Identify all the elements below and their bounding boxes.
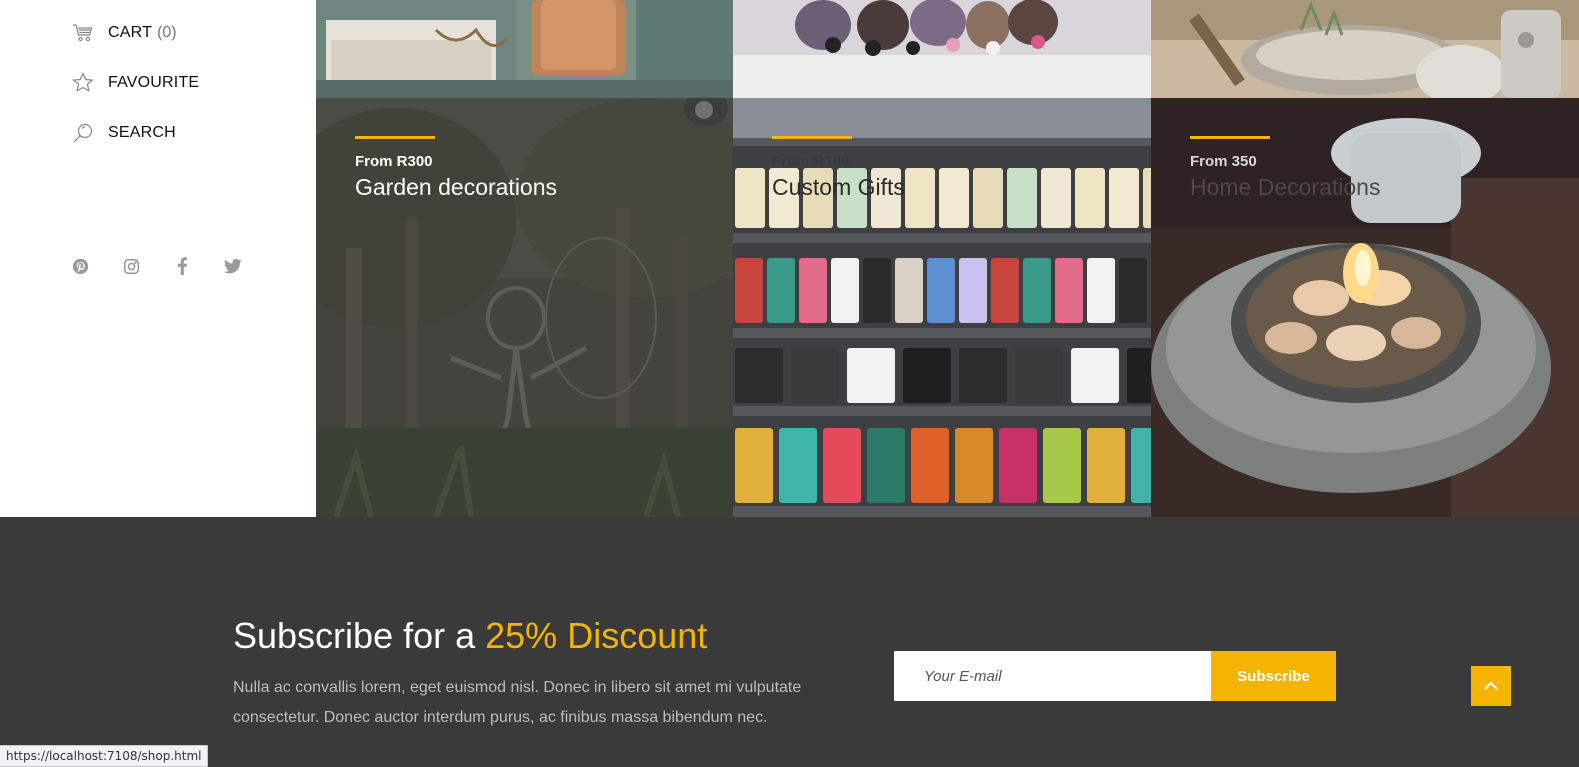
- twitter-icon[interactable]: [223, 256, 243, 276]
- tile-caption: From R100 Custom Gifts: [772, 136, 905, 201]
- status-bar-url: https://localhost:7108/shop.html: [0, 745, 209, 767]
- tile-price: From 350: [1190, 153, 1257, 170]
- tile-image: [733, 0, 1151, 98]
- tile-image: [316, 0, 733, 98]
- tile-name: Garden decorations: [355, 174, 558, 200]
- chevron-up-icon: [1484, 681, 1498, 690]
- cart-link[interactable]: CART (0): [72, 22, 177, 44]
- subscribe-text: Nulla ac convallis lorem, eget euismod n…: [233, 679, 802, 726]
- social-links: [70, 256, 274, 276]
- back-to-top-button[interactable]: [1471, 666, 1511, 706]
- favourite-link[interactable]: FAVOURITE: [72, 72, 199, 94]
- subscribe-footer: Subscribe for a 25% Discount Nulla ac co…: [0, 517, 1579, 767]
- product-tile-home[interactable]: From 350 Home Decorations: [1151, 98, 1579, 517]
- pinterest-icon[interactable]: [70, 256, 90, 276]
- search-link[interactable]: SEARCH: [72, 122, 176, 144]
- search-icon: [72, 122, 94, 144]
- facebook-icon[interactable]: [172, 256, 192, 276]
- product-tile-top-1[interactable]: [316, 0, 733, 98]
- email-field[interactable]: [894, 651, 1211, 701]
- sidebar: CART (0) FAVOURITE SEARCH: [0, 0, 316, 517]
- tile-image: [1151, 0, 1579, 98]
- tile-caption: From 350 Home Decorations: [1190, 136, 1380, 201]
- tile-price: From R300: [355, 153, 433, 170]
- tile-caption: From R300 Garden decorations: [355, 136, 557, 201]
- subscribe-title: Subscribe for a 25% Discount: [233, 615, 707, 657]
- search-label: SEARCH: [108, 124, 176, 141]
- product-tile-garden[interactable]: From R300 Garden decorations: [316, 98, 733, 517]
- cart-label: CART: [108, 24, 153, 41]
- cart-count: (0): [157, 24, 177, 41]
- accent-bar: [1190, 136, 1270, 139]
- star-icon: [72, 72, 94, 94]
- tile-price: From R100: [772, 153, 850, 170]
- product-tile-gifts[interactable]: From R100 Custom Gifts: [733, 98, 1151, 517]
- instagram-icon[interactable]: [121, 256, 141, 276]
- tile-name: Home Decorations: [1190, 174, 1381, 200]
- subscribe-title-accent: 25% Discount: [485, 615, 708, 656]
- tile-name: Custom Gifts: [772, 174, 905, 200]
- subscribe-button[interactable]: Subscribe: [1211, 651, 1336, 701]
- cart-icon: [72, 22, 94, 44]
- subscribe-title-prefix: Subscribe for a: [233, 615, 476, 656]
- favourite-label: FAVOURITE: [108, 74, 200, 91]
- accent-bar: [355, 136, 435, 139]
- product-tile-top-2[interactable]: [733, 0, 1151, 98]
- accent-bar: [772, 136, 852, 139]
- product-tile-top-3[interactable]: [1151, 0, 1579, 98]
